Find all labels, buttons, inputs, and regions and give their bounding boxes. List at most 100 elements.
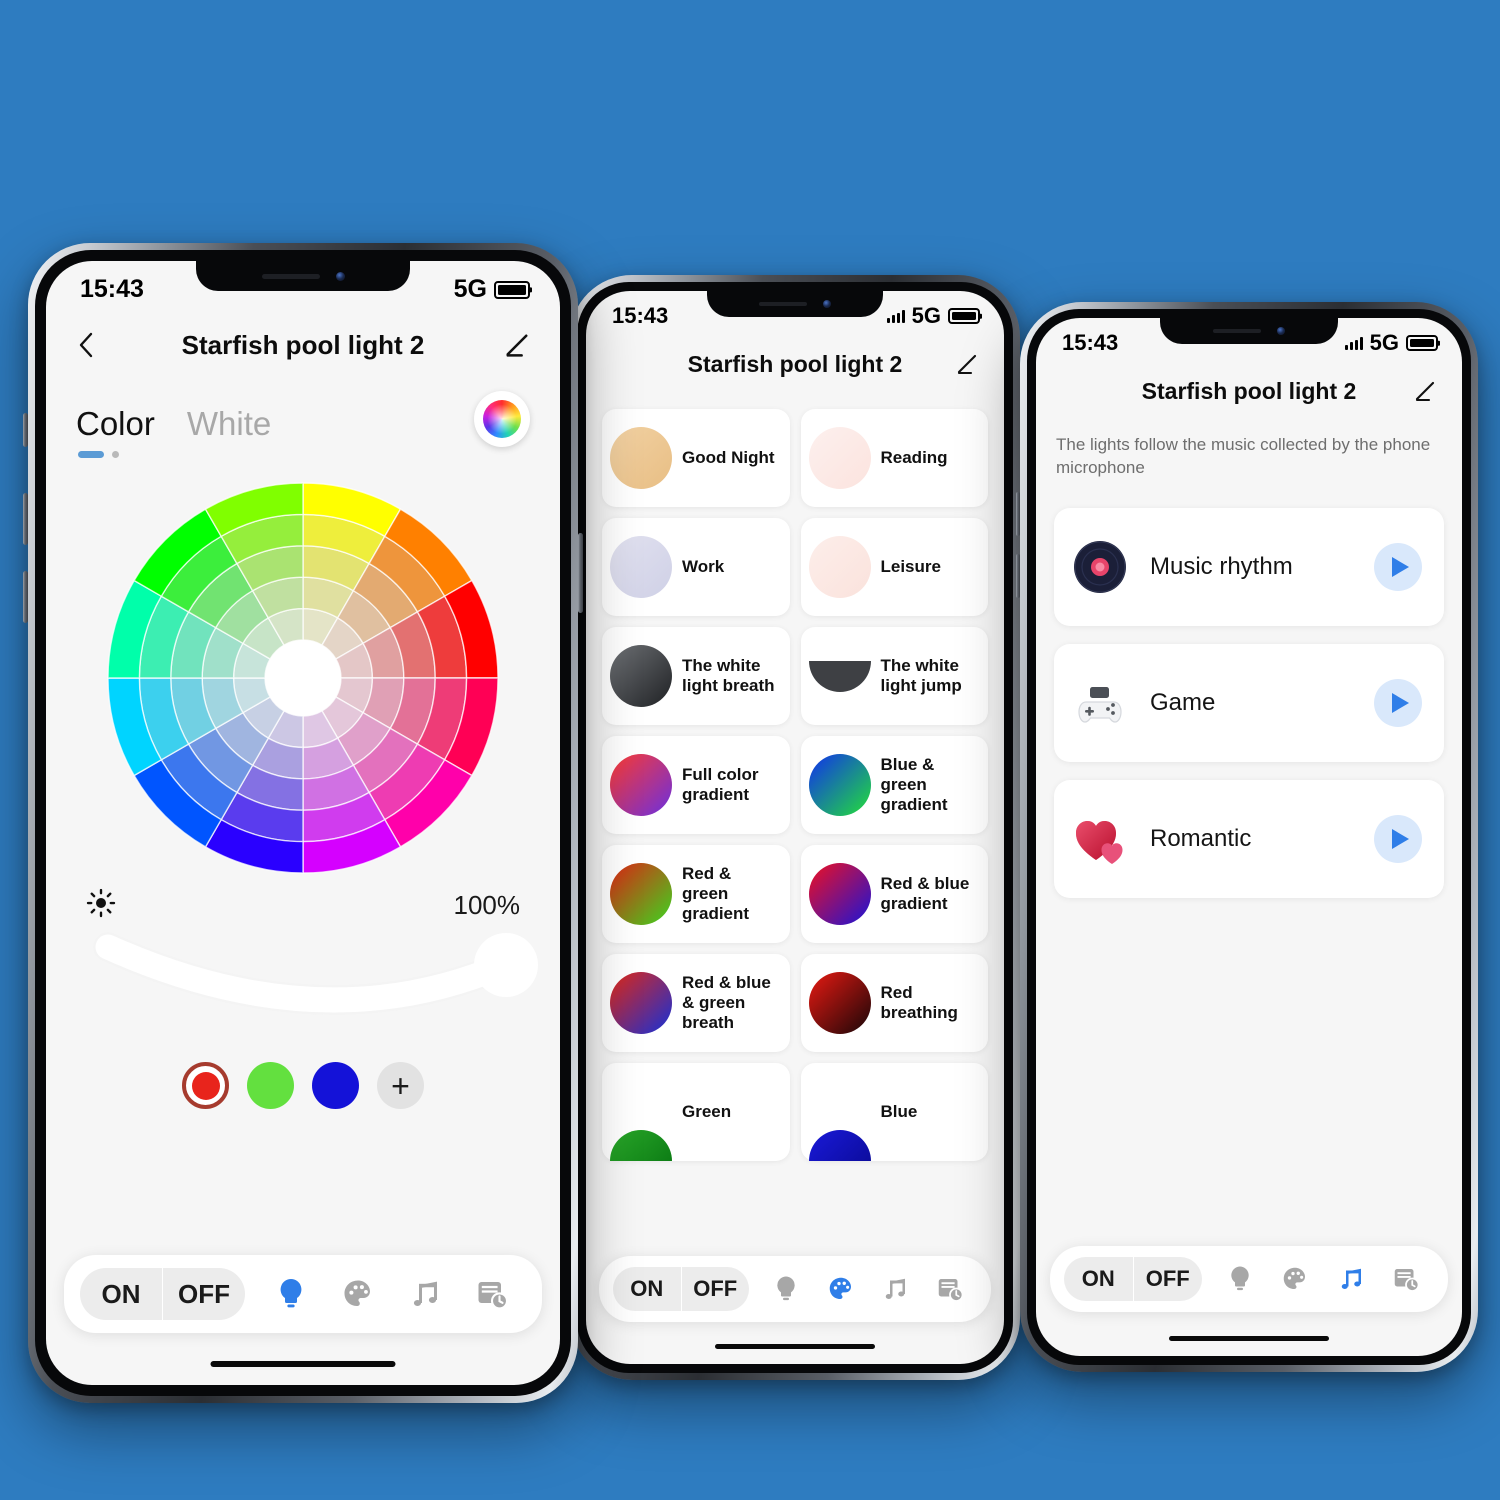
pagination bbox=[46, 443, 560, 458]
phone1-bezel: 15:43 5G Starfish pool light 2 Color Whi bbox=[35, 250, 571, 1396]
scene-card[interactable]: Work bbox=[602, 518, 790, 616]
signal-bars-icon bbox=[1344, 336, 1363, 350]
battery-icon bbox=[494, 280, 530, 299]
brightness-slider[interactable] bbox=[86, 925, 556, 1040]
power-toggle: ON OFF bbox=[613, 1267, 749, 1311]
palette-icon[interactable] bbox=[340, 1276, 376, 1312]
scene-label: Red & green gradient bbox=[682, 863, 750, 924]
scene-label: Work bbox=[682, 556, 725, 576]
brightness-slider-knob[interactable] bbox=[474, 933, 538, 997]
color-swatch-blue[interactable] bbox=[312, 1062, 359, 1109]
scene-label: Red & blue & green breath bbox=[682, 972, 771, 1033]
color-swatch-green[interactable] bbox=[247, 1062, 294, 1109]
scene-preview-icon bbox=[610, 645, 672, 707]
status-bar: 15:43 5G bbox=[1036, 318, 1462, 356]
scene-card[interactable]: Full color gradient bbox=[602, 736, 790, 834]
volume-up-button[interactable] bbox=[1016, 492, 1020, 536]
color-wheel-center[interactable] bbox=[265, 640, 341, 716]
pencil-edit-icon[interactable] bbox=[954, 351, 980, 377]
phone-color-screen: 15:43 5G Starfish pool light 2 Color Whi bbox=[23, 243, 583, 1403]
bulb-icon[interactable] bbox=[273, 1276, 309, 1312]
scene-card[interactable]: Green bbox=[602, 1063, 790, 1161]
play-icon[interactable] bbox=[1374, 678, 1422, 727]
on-button[interactable]: ON bbox=[613, 1267, 681, 1311]
scene-preview-icon bbox=[808, 660, 871, 692]
scene-card[interactable]: The white light breath bbox=[602, 627, 790, 725]
chevron-left-icon[interactable] bbox=[74, 330, 100, 360]
music-mode-row[interactable]: Music rhythm bbox=[1054, 507, 1444, 626]
color-swatch-red[interactable] bbox=[182, 1062, 229, 1109]
timer-schedule-icon[interactable] bbox=[935, 1274, 965, 1304]
on-button[interactable]: ON bbox=[1064, 1257, 1133, 1301]
music-mode-label: Romantic bbox=[1150, 824, 1252, 852]
volume-down-button[interactable] bbox=[1016, 554, 1020, 598]
pencil-edit-icon[interactable] bbox=[502, 330, 532, 360]
mute-switch-button[interactable] bbox=[23, 413, 28, 447]
timer-schedule-icon[interactable] bbox=[1391, 1264, 1421, 1294]
off-button[interactable]: OFF bbox=[1132, 1257, 1203, 1301]
scene-label: Red & blue gradient bbox=[880, 873, 970, 913]
scene-card[interactable]: The white light jump bbox=[800, 627, 988, 725]
volume-up-button[interactable] bbox=[23, 493, 28, 545]
status-time: 15:43 bbox=[80, 275, 144, 303]
status-time: 15:43 bbox=[1062, 330, 1119, 355]
music-description: The lights follow the music collected by… bbox=[1056, 435, 1431, 477]
color-wheel-icon[interactable] bbox=[474, 391, 530, 447]
play-icon[interactable] bbox=[1374, 542, 1422, 591]
phone3-screen: 15:43 5G Starfish pool light 2 The light… bbox=[1036, 318, 1462, 1356]
home-indicator bbox=[210, 1361, 396, 1367]
scene-label: Leisure bbox=[880, 556, 941, 576]
play-icon[interactable] bbox=[1374, 814, 1422, 863]
pencil-edit-icon[interactable] bbox=[1412, 378, 1438, 404]
palette-icon[interactable] bbox=[826, 1274, 856, 1304]
scene-card[interactable]: Reading bbox=[800, 409, 988, 507]
scene-card[interactable]: Red & green gradient bbox=[602, 845, 790, 943]
scene-card[interactable]: Red & blue gradient bbox=[800, 845, 988, 943]
scene-card[interactable]: Blue & green gradient bbox=[800, 736, 988, 834]
scene-card[interactable]: Good Night bbox=[602, 409, 790, 507]
palette-icon[interactable] bbox=[1280, 1264, 1310, 1294]
music-note-icon[interactable] bbox=[1336, 1264, 1366, 1294]
scene-preview-icon bbox=[808, 427, 871, 489]
network-type: 5G bbox=[1369, 330, 1399, 355]
phone2-screen: 15:43 5G Starfish pool light 2 Good Nigh… bbox=[586, 291, 1004, 1364]
scene-preview-icon bbox=[808, 1130, 871, 1161]
music-mode-row[interactable]: Romantic bbox=[1054, 779, 1444, 898]
scene-label: Good Night bbox=[682, 447, 775, 467]
bulb-icon[interactable] bbox=[771, 1274, 801, 1304]
signal-bars-icon bbox=[886, 309, 905, 323]
page-title: Starfish pool light 2 bbox=[687, 350, 903, 377]
status-bar: 15:43 5G bbox=[586, 291, 1004, 329]
pagination-active[interactable] bbox=[78, 451, 104, 458]
off-button[interactable]: OFF bbox=[162, 1268, 245, 1320]
color-wheel-gradient bbox=[483, 400, 521, 438]
power-side-button[interactable] bbox=[578, 533, 583, 613]
music-note-icon[interactable] bbox=[880, 1274, 910, 1304]
off-button[interactable]: OFF bbox=[680, 1267, 750, 1311]
battery-icon bbox=[948, 308, 980, 324]
scene-label: The white light breath bbox=[682, 655, 775, 695]
music-note-icon[interactable] bbox=[407, 1276, 443, 1312]
timer-schedule-icon[interactable] bbox=[474, 1276, 510, 1312]
scene-label: Blue bbox=[880, 1101, 918, 1121]
scene-card[interactable]: Blue bbox=[800, 1063, 988, 1161]
hearts-icon bbox=[1072, 811, 1128, 867]
scene-label: Reading bbox=[880, 447, 948, 467]
tab-white[interactable]: White bbox=[187, 405, 271, 443]
pagination-dot[interactable] bbox=[112, 451, 119, 458]
on-button[interactable]: ON bbox=[80, 1268, 162, 1320]
volume-down-button[interactable] bbox=[23, 571, 28, 623]
color-wheel-picker[interactable] bbox=[46, 478, 560, 878]
phone-music-screen: 15:43 5G Starfish pool light 2 The light… bbox=[1016, 302, 1478, 1372]
page-title: Starfish pool light 2 bbox=[181, 329, 425, 360]
scene-card[interactable]: Red breathing bbox=[800, 954, 988, 1052]
color-wheel-svg[interactable] bbox=[103, 478, 503, 878]
scene-card[interactable]: Red & blue & green breath bbox=[602, 954, 790, 1052]
scene-preview-icon bbox=[808, 863, 871, 925]
add-color-button[interactable]: + bbox=[377, 1062, 424, 1109]
music-mode-row[interactable]: Game bbox=[1054, 643, 1444, 762]
tab-color[interactable]: Color bbox=[76, 405, 155, 443]
phone1-screen: 15:43 5G Starfish pool light 2 Color Whi bbox=[46, 261, 560, 1385]
scene-card[interactable]: Leisure bbox=[800, 518, 988, 616]
bulb-icon[interactable] bbox=[1225, 1264, 1255, 1294]
